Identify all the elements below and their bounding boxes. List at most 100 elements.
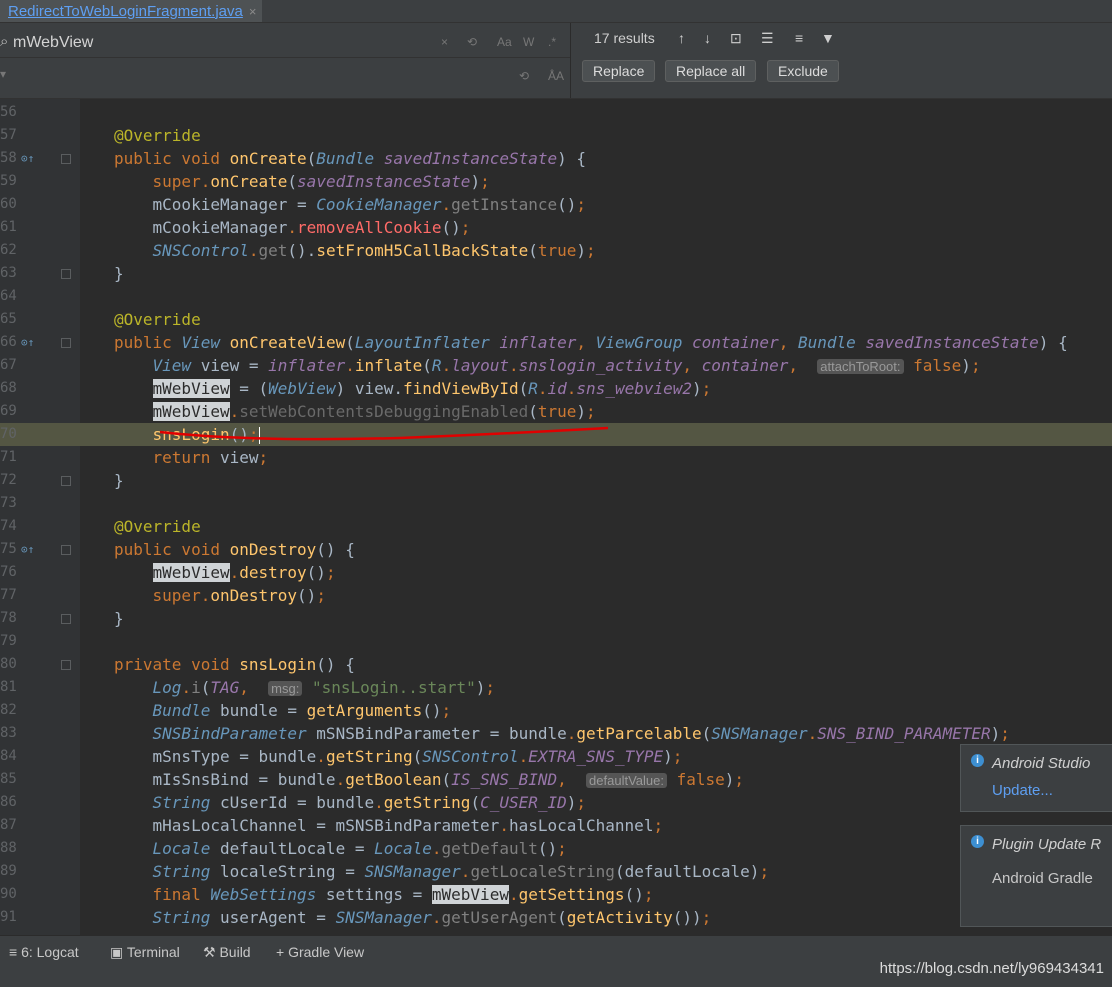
code-line[interactable]: 82 Bundle bundle = getArguments(); xyxy=(0,699,1112,722)
code-line[interactable]: 69 mWebView.setWebContentsDebuggingEnabl… xyxy=(0,400,1112,423)
code-line[interactable]: 91 String userAgent = SNSManager.getUser… xyxy=(0,906,1112,929)
override-marker-icon[interactable]: ⊙↑ xyxy=(21,147,34,170)
code-line[interactable]: 71 return view; xyxy=(0,446,1112,469)
replace-all-button[interactable]: Replace all xyxy=(665,60,757,82)
code-line[interactable]: 78} xyxy=(0,607,1112,630)
override-marker-icon[interactable]: ⊙↑ xyxy=(21,331,34,354)
code-line[interactable]: 61 mCookieManager.removeAllCookie(); xyxy=(0,216,1112,239)
notification-android-studio[interactable]: i Android Studio Update... xyxy=(960,744,1112,812)
filter-icon[interactable]: ▼ xyxy=(821,30,835,46)
code-token: ( xyxy=(518,379,529,398)
close-icon[interactable]: × xyxy=(249,4,257,19)
code-token: . xyxy=(431,839,442,858)
update-link[interactable]: Update... xyxy=(992,782,1053,799)
build-tool-button[interactable]: ⚒ Build xyxy=(203,944,251,961)
code-line[interactable]: 73 xyxy=(0,492,1112,515)
new-line-icon[interactable]: ⟲ xyxy=(467,35,477,49)
line-number: 61 xyxy=(0,219,17,235)
code-line[interactable]: 66 ⊙↑ public View onCreateView(LayoutInfla… xyxy=(0,331,1112,354)
code-token: } xyxy=(114,609,124,628)
code-line[interactable]: 88 Locale defaultLocale = Locale.getDefa… xyxy=(0,837,1112,860)
code-token: @Override xyxy=(114,310,201,329)
select-all-occurrences-icon[interactable]: ⊡ xyxy=(730,30,742,47)
terminal-tool-button[interactable]: ▣ Terminal xyxy=(110,944,180,961)
code-line[interactable]: 60 mCookieManager = CookieManager.getIns… xyxy=(0,193,1112,216)
code-token: SNS_BIND_PARAMETER xyxy=(817,724,991,743)
code-line[interactable]: 59 super.onCreate(savedInstanceState); xyxy=(0,170,1112,193)
code-line[interactable]: 83 SNSBindParameter mSNSBindParameter = … xyxy=(0,722,1112,745)
file-tab[interactable]: RedirectToWebLoginFragment.java × xyxy=(0,0,263,22)
code-line[interactable]: 74 @Override xyxy=(0,515,1112,538)
next-occurrence-icon[interactable]: ↓ xyxy=(704,30,711,46)
code-token: = ( xyxy=(229,379,269,398)
code-line[interactable]: 84 mSnsType = bundle.getString(SNSContro… xyxy=(0,745,1112,768)
line-number: 80 xyxy=(0,656,17,672)
match-case-toggle[interactable]: Aa xyxy=(497,35,512,49)
logcat-tool-button[interactable]: ≡ 6: Logcat xyxy=(9,944,79,960)
filter-options-icon[interactable]: ≡ xyxy=(795,30,803,46)
replace-history-icon[interactable]: ▾ xyxy=(0,67,6,81)
code-token: get xyxy=(258,241,288,260)
fold-toggle-icon[interactable] xyxy=(61,614,71,624)
clear-search-icon[interactable]: × xyxy=(441,35,448,49)
search-input[interactable]: mWebView xyxy=(13,34,93,52)
override-marker-icon[interactable]: ⊙↑ xyxy=(21,538,34,561)
code-line[interactable]: 79 xyxy=(0,630,1112,653)
code-token: ) xyxy=(990,724,1001,743)
whole-words-toggle[interactable]: W xyxy=(523,35,534,49)
regex-toggle[interactable]: .* xyxy=(548,35,556,49)
code-line[interactable]: 56 xyxy=(0,101,1112,124)
fold-toggle-icon[interactable] xyxy=(61,545,71,555)
fold-toggle-icon[interactable] xyxy=(61,476,71,486)
fold-toggle-icon[interactable] xyxy=(61,269,71,279)
line-number: 68 xyxy=(0,380,17,396)
code-line[interactable]: 63} xyxy=(0,262,1112,285)
in-selection-icon[interactable]: ☰ xyxy=(761,30,774,47)
code-line[interactable]: 58 ⊙↑ public void onCreate(Bundle savedIns… xyxy=(0,147,1112,170)
code-line[interactable]: 72} xyxy=(0,469,1112,492)
code-line[interactable]: 87 mHasLocalChannel = mSNSBindParameter.… xyxy=(0,814,1112,837)
code-line[interactable]: 75 ⊙↑ public void onDestroy() { xyxy=(0,538,1112,561)
fold-toggle-icon[interactable] xyxy=(61,660,71,670)
code-line[interactable]: 67 View view = inflater.inflate(R.layout… xyxy=(0,354,1112,377)
line-number: 90 xyxy=(0,886,17,902)
exclude-button[interactable]: Exclude xyxy=(767,60,839,82)
gradle-view-tool-button[interactable]: + Gradle View xyxy=(276,944,364,960)
preserve-case-toggle[interactable]: ÅA xyxy=(548,69,564,83)
code-text: String localeString = SNSManager.getLoca… xyxy=(114,860,770,883)
code-line[interactable]: 81 Log.i(TAG, msg: "snsLogin..start"); xyxy=(0,676,1112,699)
code-token: . xyxy=(431,908,442,927)
code-line[interactable]: 89 String localeString = SNSManager.getL… xyxy=(0,860,1112,883)
code-line[interactable]: 80 private void snsLogin() { xyxy=(0,653,1112,676)
code-token: . xyxy=(441,356,452,375)
code-line[interactable]: 70 snsLogin(); xyxy=(0,423,1112,446)
line-number: 62 xyxy=(0,242,17,258)
code-text: mCookieManager.removeAllCookie(); xyxy=(114,216,471,239)
fold-toggle-icon[interactable] xyxy=(61,338,71,348)
line-number: 69 xyxy=(0,403,17,419)
code-token: . xyxy=(537,379,548,398)
code-line[interactable]: 85 mIsSnsBind = bundle.getBoolean(IS_SNS… xyxy=(0,768,1112,791)
notification-plugin-update[interactable]: i Plugin Update R Android Gradle xyxy=(960,825,1112,927)
terminal-label: Terminal xyxy=(126,944,180,960)
code-line[interactable]: 62 SNSControl.get().setFromH5CallBackSta… xyxy=(0,239,1112,262)
code-line[interactable]: 57 @Override xyxy=(0,124,1112,147)
code-line[interactable]: 76 mWebView.destroy(); xyxy=(0,561,1112,584)
fold-toggle-icon[interactable] xyxy=(61,154,71,164)
code-line[interactable]: 90 final WebSettings settings = mWebView… xyxy=(0,883,1112,906)
code-line[interactable]: 64 xyxy=(0,285,1112,308)
code-token: ( xyxy=(470,793,481,812)
code-line[interactable]: 68 mWebView = (WebView) view.findViewByI… xyxy=(0,377,1112,400)
search-icon[interactable]: ⌕ xyxy=(0,33,8,50)
code-editor[interactable]: 56 57 @Override 58 ⊙↑ public void onCreate(Bu… xyxy=(0,99,1112,935)
previous-occurrence-icon[interactable]: ↑ xyxy=(678,30,685,46)
code-token: ) { xyxy=(1038,333,1068,352)
replace-button[interactable]: Replace xyxy=(582,60,656,82)
code-line[interactable]: 77 super.onDestroy(); xyxy=(0,584,1112,607)
code-line[interactable]: 65 @Override xyxy=(0,308,1112,331)
replace-newline-icon[interactable]: ⟲ xyxy=(519,69,529,83)
code-line[interactable]: 86 String cUserId = bundle.getString(C_U… xyxy=(0,791,1112,814)
line-number: 83 xyxy=(0,725,17,741)
